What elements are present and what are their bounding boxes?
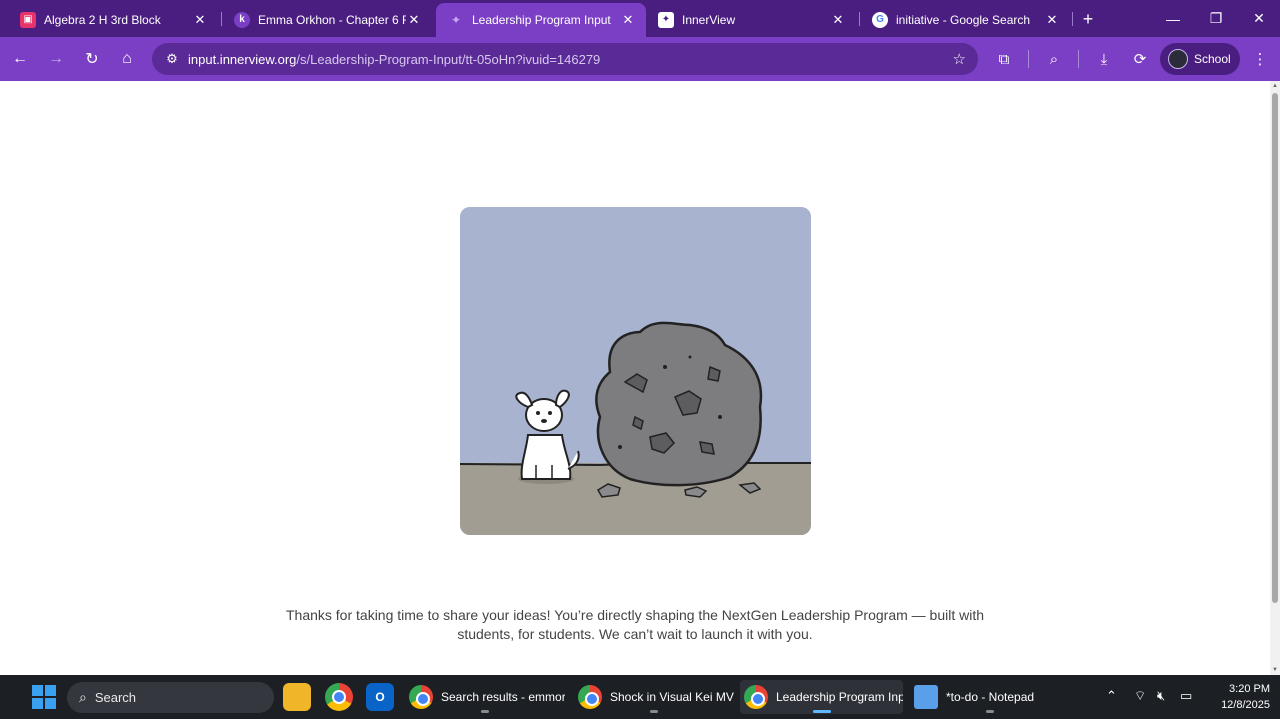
running-indicator (986, 710, 994, 713)
site-settings-icon[interactable]: ⚙ (158, 51, 186, 67)
clock-time: 3:20 PM (1229, 683, 1270, 695)
bookmark-star-icon[interactable]: ☆ (953, 50, 966, 68)
url-host: input.innerview.org (188, 51, 297, 67)
running-indicator (650, 710, 658, 713)
scroll-thumb[interactable] (1272, 93, 1278, 603)
taskbar-item-label: *to-do - Notepad (946, 690, 1035, 704)
classroom-icon: ▣ (20, 11, 36, 28)
chrome-icon (409, 685, 433, 709)
taskbar-item-shock[interactable]: Shock in Visual Kei MVs (574, 680, 734, 714)
avatar (1168, 49, 1188, 69)
tab-strip: ▣ Algebra 2 H 3rd Block ✕ k Emma Orkhon … (0, 0, 1280, 37)
profile-label: School (1194, 52, 1231, 66)
running-indicator (481, 710, 489, 713)
chrome-icon[interactable] (325, 683, 353, 711)
innerview-icon: ✦ (658, 11, 674, 28)
close-icon[interactable]: ✕ (192, 12, 208, 28)
back-button[interactable]: ← (6, 45, 34, 73)
download-icon[interactable]: ⤓ (1092, 47, 1116, 71)
chrome-icon (578, 685, 602, 709)
notepad-icon (914, 685, 938, 709)
taskbar-search[interactable]: ⌕ Search (67, 682, 274, 713)
tab-algebra[interactable]: ▣ Algebra 2 H 3rd Block ✕ (8, 4, 218, 35)
minimize-button[interactable]: — (1151, 0, 1195, 37)
tab-title: initiative - Google Search (896, 12, 1031, 27)
forward-button[interactable]: → (42, 45, 70, 73)
tab-title: Leadership Program Input (472, 13, 611, 27)
url-path: /s/Leadership-Program-Input/tt-05oHn?ivu… (296, 51, 601, 67)
close-icon[interactable]: ✕ (1044, 12, 1060, 28)
tab-innerview[interactable]: ✦ InnerView ✕ (646, 4, 856, 35)
battery-icon[interactable]: ▭ (1180, 688, 1192, 704)
page-content: Thanks for taking time to share your ide… (0, 81, 1270, 675)
thanks-line-1: Thanks for taking time to share your ide… (285, 607, 985, 623)
page-scrollbar[interactable]: ▲ ▼ (1270, 81, 1280, 675)
thanks-message: Thanks for taking time to share your ide… (240, 606, 1030, 644)
tab-title: Algebra 2 H 3rd Block (44, 12, 161, 27)
tab-title: InnerView (682, 12, 736, 27)
url-text[interactable]: input.innerview.org/s/Leadership-Program… (188, 52, 600, 67)
toolbar-divider (1028, 50, 1029, 68)
browser-toolbar: ← → ↻ ⌂ ⚙ input.innerview.org/s/Leadersh… (0, 37, 1280, 81)
close-window-button[interactable]: ✕ (1237, 0, 1280, 37)
innerview-icon: ✦ (450, 13, 462, 27)
chrome-icon (744, 685, 768, 709)
system-clock[interactable]: 3:20 PM 12/8/2025 (1200, 681, 1270, 713)
close-icon[interactable]: ✕ (406, 12, 422, 28)
restore-button[interactable]: ❐ (1194, 0, 1238, 37)
outlook-icon[interactable]: O (366, 683, 394, 711)
profile-button[interactable]: School (1160, 43, 1240, 75)
taskbar-item-search-results[interactable]: Search results - emmorl (405, 680, 565, 714)
completion-illustration (460, 207, 811, 535)
search-icon: ⌕ (79, 689, 87, 705)
running-indicator (812, 710, 831, 713)
chevron-up-icon[interactable]: ⌃ (1106, 688, 1117, 704)
tab-search-icon[interactable]: ⌕ (1042, 47, 1066, 71)
tab-google[interactable]: G initiative - Google Search ✕ (860, 4, 1070, 35)
extensions-icon[interactable]: ⧉ (992, 47, 1016, 71)
new-tab-button[interactable]: + (1077, 8, 1099, 30)
tab-divider (1072, 12, 1073, 26)
windows-taskbar: ⌕ Search O Search results - emmorl Shock… (0, 675, 1280, 719)
taskbar-item-notepad[interactable]: *to-do - Notepad (910, 680, 1070, 714)
reload-button[interactable]: ↻ (78, 45, 106, 73)
toolbar-divider (1078, 50, 1079, 68)
scroll-down-arrow-icon[interactable]: ▼ (1272, 667, 1278, 673)
k-icon: k (234, 11, 250, 28)
tab-title: Emma Orkhon - Chapter 6 Re (258, 12, 406, 27)
menu-kebab-icon[interactable]: ⋮ (1248, 47, 1272, 71)
taskbar-item-leadership[interactable]: Leadership Program Inp (740, 680, 903, 714)
taskbar-item-label: Leadership Program Inp (776, 690, 903, 704)
taskbar-item-label: Shock in Visual Kei MVs (610, 690, 734, 704)
scroll-up-arrow-icon[interactable]: ▲ (1272, 83, 1278, 89)
volume-muted-icon[interactable]: 🔇︎ (1157, 688, 1165, 704)
clock-date: 12/8/2025 (1221, 699, 1270, 711)
performance-icon[interactable]: ⟳ (1128, 47, 1152, 71)
address-bar[interactable]: ⚙ input.innerview.org/s/Leadership-Progr… (152, 43, 978, 75)
search-placeholder: Search (94, 690, 137, 705)
close-icon[interactable]: ✕ (620, 12, 636, 28)
close-icon[interactable]: ✕ (830, 12, 846, 28)
thanks-line-2: students, for students. We can’t wait to… (457, 626, 813, 642)
dog-and-boulder-image (460, 207, 811, 535)
taskbar-item-label: Search results - emmorl (441, 690, 565, 704)
tab-leadership[interactable]: ✦ Leadership Program Input ✕ (436, 3, 646, 37)
google-icon: G (872, 11, 888, 28)
windows-start-icon[interactable] (32, 685, 56, 709)
file-explorer-icon[interactable] (283, 683, 311, 711)
home-button[interactable]: ⌂ (113, 45, 141, 73)
wifi-icon[interactable]: ⌔ (1134, 688, 1146, 704)
tab-emma[interactable]: k Emma Orkhon - Chapter 6 Re ✕ (222, 4, 432, 35)
